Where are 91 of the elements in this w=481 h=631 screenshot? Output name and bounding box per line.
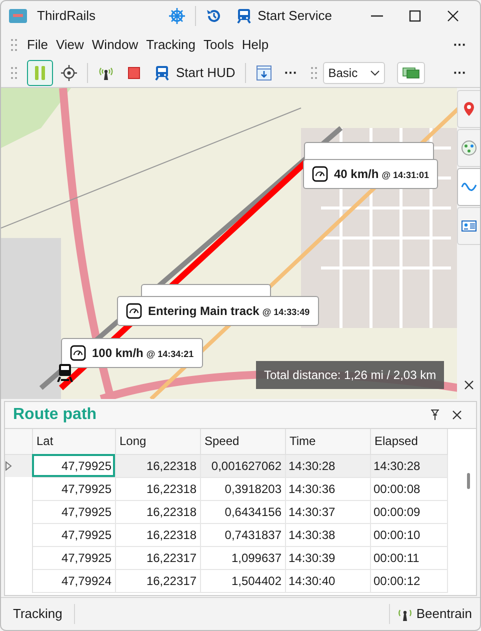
side-tab[interactable] [457, 90, 480, 128]
table-cell: 1,099637 [200, 546, 285, 569]
table-cell: 14:30:36 [285, 477, 370, 500]
train-icon [57, 364, 73, 382]
network-icon [461, 140, 477, 156]
table-cell: 0,001627062 [200, 454, 285, 477]
table-cell: 00:00:12 [370, 569, 447, 592]
table-row[interactable]: 47,79925 16,22318 0,3918203 14:30:36 00:00:08 [5, 477, 447, 500]
helm-icon[interactable] [168, 8, 185, 24]
menu-item[interactable]: Tools [200, 34, 238, 56]
table-cell: 16,22318 [115, 500, 200, 523]
overflow-button[interactable]: ⋯ [449, 63, 470, 83]
overflow-button[interactable]: ⋯ [449, 35, 470, 55]
map-callout: Entering Main track @ 14:33:49 [117, 296, 319, 326]
table-cell: 16,22317 [115, 546, 200, 569]
gauge-icon [126, 303, 142, 319]
start-hud-button[interactable]: Start HUD [150, 61, 240, 85]
table-cell: 00:00:11 [370, 546, 447, 569]
menu-item[interactable]: Window [88, 34, 142, 56]
table-cell: 0,3918203 [200, 477, 285, 500]
antenna-icon [398, 607, 412, 621]
pin-icon [461, 101, 477, 117]
grip-icon [11, 67, 17, 79]
layers-icon [402, 67, 420, 79]
table-cell: 47,79925 [32, 454, 115, 477]
total-distance-label: Total distance: 1,26 mi / 2,03 km [256, 361, 444, 389]
table-cell: 14:30:38 [285, 523, 370, 546]
table-cell: 14:30:28 [285, 454, 370, 477]
table-cell: 16,22317 [115, 569, 200, 592]
pin-icon [430, 409, 440, 421]
table-cell: 16,22318 [115, 523, 200, 546]
gauge-icon [70, 345, 86, 361]
maximize-icon [408, 10, 422, 22]
table-cell: 47,79925 [32, 523, 115, 546]
map-callout: 40 km/h @ 14:31:01 [303, 159, 438, 189]
menu-item[interactable]: File [23, 34, 52, 56]
table-cell: 47,79925 [32, 477, 115, 500]
column-header[interactable]: Long [115, 429, 200, 454]
view-select[interactable]: Basic [323, 62, 386, 84]
table-cell: 16,22318 [115, 454, 200, 477]
grip-icon [311, 67, 318, 79]
column-header[interactable]: Time [285, 429, 370, 454]
chevron-down-icon [370, 70, 380, 76]
app-icon [9, 9, 27, 23]
table-cell: 14:30:40 [285, 569, 370, 592]
close-icon [464, 380, 474, 390]
table-row[interactable]: 47,79925 16,22318 0,001627062 14:30:28 14:30:28 [5, 454, 447, 477]
side-tab[interactable] [457, 168, 480, 206]
window-title: ThirdRails [37, 7, 96, 26]
menu-item[interactable]: Help [238, 34, 273, 56]
crosshair-icon [61, 65, 77, 81]
panel-title: Route path [13, 405, 97, 425]
gauge-icon [312, 166, 328, 182]
column-header[interactable]: Speed [200, 429, 285, 454]
side-tab[interactable] [457, 207, 480, 245]
download-icon [256, 65, 272, 81]
train-icon [236, 8, 252, 24]
row-indicator-icon [5, 460, 12, 471]
table-cell: 00:00:08 [370, 477, 447, 500]
pause-icon [34, 65, 46, 81]
menu-item[interactable]: Tracking [142, 34, 200, 56]
status-text: Tracking [1, 604, 76, 624]
column-header[interactable]: Elapsed [370, 429, 447, 454]
menu-item[interactable]: View [52, 34, 88, 56]
table-cell: 0,6434156 [200, 500, 285, 523]
map-callout: 100 km/h @ 14:34:21 [61, 338, 203, 368]
close-icon [452, 410, 462, 420]
table-cell: 47,79925 [32, 546, 115, 569]
stop-icon [128, 67, 140, 79]
history-icon[interactable] [206, 8, 222, 24]
more-button[interactable]: ⋯ [280, 63, 302, 83]
table-cell: 47,79924 [32, 569, 115, 592]
train-icon [154, 65, 170, 81]
antenna-icon [98, 65, 114, 81]
table-cell: 00:00:09 [370, 500, 447, 523]
table-cell: 14:30:39 [285, 546, 370, 569]
close-icon [446, 10, 460, 22]
card-icon [461, 218, 477, 234]
grip-icon [11, 39, 17, 51]
scrollbar-thumb[interactable] [467, 473, 470, 489]
status-text: Beentrain [416, 605, 472, 624]
table-cell: 0,7431837 [200, 523, 285, 546]
table-cell: 1,504402 [200, 569, 285, 592]
start-service-button[interactable]: Start Service [232, 4, 336, 28]
side-tab[interactable] [457, 129, 480, 167]
table-cell: 14:30:28 [370, 454, 447, 477]
table-cell: 14:30:37 [285, 500, 370, 523]
table-cell: 00:00:10 [370, 523, 447, 546]
layers-button[interactable] [397, 62, 426, 84]
table-cell: 47,79925 [32, 500, 115, 523]
table-cell: 16,22318 [115, 477, 200, 500]
